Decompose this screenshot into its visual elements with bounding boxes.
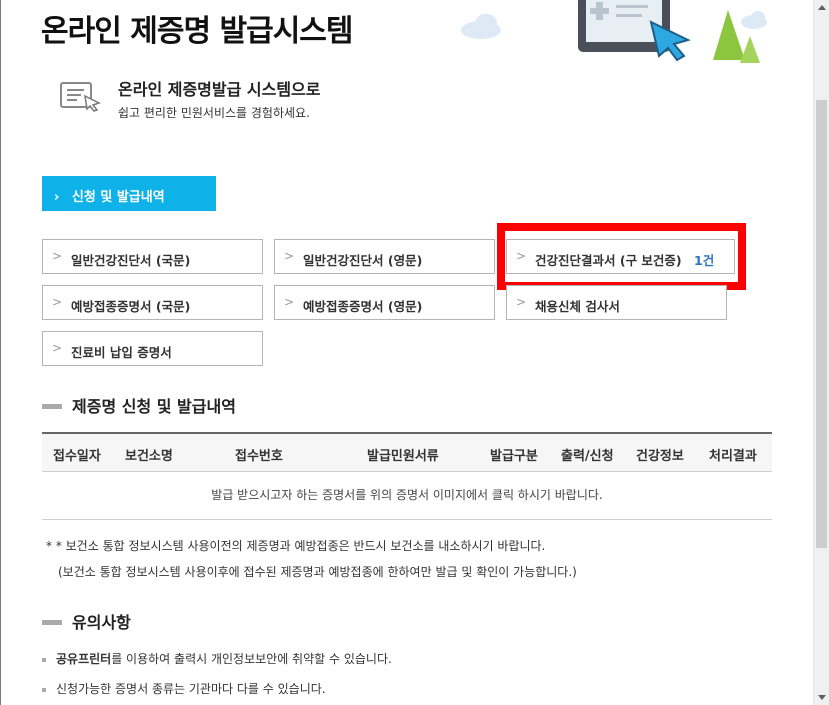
cert-vaccination-english[interactable]: > 예방접종증명서 (영문) <box>274 285 495 320</box>
column-header: 접수일자 <box>53 449 101 464</box>
document-cursor-icon <box>60 82 101 112</box>
cert-label: 진료비 납입 증명서 <box>71 345 172 360</box>
column-header: 출력/신청 <box>561 449 614 464</box>
heading-bar-icon <box>42 619 62 625</box>
column-header: 보건소명 <box>125 449 173 464</box>
highlight-box <box>497 223 746 290</box>
arrow-up-icon <box>818 5 826 10</box>
page-title: 온라인 제증명 발급시스템 <box>41 14 353 49</box>
cert-vaccination-korean[interactable]: > 예방접종증명서 (국문) <box>42 285 263 320</box>
history-heading-text: 제증명 신청 및 발급내역 <box>72 397 236 416</box>
bullet-icon <box>42 687 46 692</box>
cert-label: 채용신체 검사서 <box>535 299 620 314</box>
cert-label: 일반건강진단서 (영문) <box>303 253 423 268</box>
scrollbar-thumb[interactable] <box>816 100 827 548</box>
table-row: 발급 받으시고자 하는 증명서를 위의 증명서 이미지에서 클릭 하시기 바랍니… <box>42 472 772 520</box>
chevron-right-icon: > <box>52 295 63 309</box>
column-header: 발급민원서류 <box>367 449 439 464</box>
chevron-right-icon: > <box>284 249 295 263</box>
table-header: 접수일자 보건소명 접수번호 발급민원서류 발급구분 출력/신청 건강정보 처리… <box>42 432 772 472</box>
chevron-right-icon: > <box>52 341 63 355</box>
arrow-down-icon <box>818 695 826 700</box>
chevron-right-icon: > <box>516 295 527 309</box>
caution-heading: 유의사항 <box>42 609 131 633</box>
cert-employment-physical[interactable]: > 채용신체 검사서 <box>506 285 727 320</box>
bullet-icon <box>42 657 46 662</box>
cert-medical-payment[interactable]: > 진료비 납입 증명서 <box>42 331 263 366</box>
scroll-down-button[interactable] <box>814 689 829 705</box>
cloud-small-icon <box>741 11 767 29</box>
intro-subtitle: 쉽고 편리한 민원서비스를 경험하세요. <box>118 106 310 120</box>
caution-item-text: 를 이용하여 출력시 개인정보보안에 취약할 수 있습니다. <box>111 652 392 666</box>
history-heading: 제증명 신청 및 발급내역 <box>42 393 236 417</box>
caution-item: 공유프린터를 이용하여 출력시 개인정보보안에 취약할 수 있습니다. <box>42 650 392 667</box>
vertical-scrollbar[interactable] <box>813 0 829 705</box>
request-history-label: 신청 및 발급내역 <box>71 190 165 205</box>
notice-line-1: * * 보건소 통합 정보시스템 사용이전의 제증명과 예방접종은 반드시 보건… <box>46 539 546 553</box>
column-header: 발급구분 <box>490 449 538 464</box>
chevron-right-icon: > <box>284 295 295 309</box>
cert-label: 예방접종증명서 (국문) <box>71 299 191 314</box>
chevron-right-icon: › <box>54 190 60 205</box>
caution-item-bold: 공유프린터 <box>56 652 112 666</box>
page-frame: 온라인 제증명 발급시스템 온라인 제증명발급 시스템으로 쉽고 편리한 민원서… <box>0 0 813 705</box>
cloud-icon <box>461 14 501 39</box>
empty-message: 발급 받으시고자 하는 증명서를 위의 증명서 이미지에서 클릭 하시기 바랍니… <box>211 488 603 502</box>
chevron-right-icon: > <box>52 249 63 263</box>
column-header: 처리결과 <box>709 449 757 464</box>
cert-label: 일반건강진단서 (국문) <box>71 253 191 268</box>
caution-item-text: 신청가능한 증명서 종류는 기관마다 다를 수 있습니다. <box>56 682 326 696</box>
header-illustration <box>461 0 767 63</box>
caution-heading-text: 유의사항 <box>72 613 131 632</box>
intro-title: 온라인 제증명발급 시스템으로 <box>118 80 321 99</box>
column-header: 건강정보 <box>636 449 684 464</box>
history-table: 접수일자 보건소명 접수번호 발급민원서류 발급구분 출력/신청 건강정보 처리… <box>42 432 772 520</box>
notice-line-2: (보건소 통합 정보시스템 사용이후에 접수된 제증명과 예방접종에 한하여만 … <box>58 565 577 579</box>
heading-bar-icon <box>42 403 62 409</box>
column-header: 접수번호 <box>235 449 283 464</box>
request-history-button[interactable]: › 신청 및 발급내역 <box>42 176 216 211</box>
cert-general-health-korean[interactable]: > 일반건강진단서 (국문) <box>42 239 263 274</box>
cert-general-health-english[interactable]: > 일반건강진단서 (영문) <box>274 239 495 274</box>
cert-label: 예방접종증명서 (영문) <box>303 299 423 314</box>
caution-item: 신청가능한 증명서 종류는 기관마다 다를 수 있습니다. <box>42 680 326 697</box>
scroll-up-button[interactable] <box>814 0 829 16</box>
